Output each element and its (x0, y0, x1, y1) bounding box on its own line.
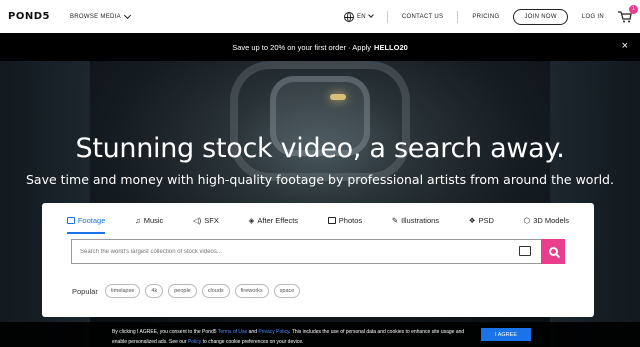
popular-chip-clouds[interactable]: clouds (201, 284, 230, 298)
header-actions: EN CONTACT US PRICING JOIN NOW LOG IN 1 (343, 4, 638, 25)
cube-icon: ⬡ (523, 215, 531, 225)
tab-label: Photos (338, 215, 363, 225)
tab-illustrations[interactable]: ✎ Illustrations (392, 203, 439, 237)
search-button[interactable] (541, 239, 565, 264)
tab-label: After Effects (257, 215, 299, 225)
after-effects-icon: ◈ (248, 215, 255, 225)
media-tabs: Footage ♫ Music ◁) SFX ◈ After Effects P… (42, 203, 594, 237)
psd-icon: ❖ (468, 215, 476, 225)
divider (386, 10, 388, 23)
globe-icon (343, 11, 354, 22)
camera-icon (327, 216, 336, 224)
hero-subtitle: Save time and money with high-quality fo… (26, 172, 614, 187)
pond5-logo[interactable]: POND5 (8, 11, 50, 22)
popular-chip-timelapse[interactable]: timelapse (104, 284, 141, 298)
tab-label: SFX (204, 215, 219, 225)
tab-music[interactable]: ♫ Music (135, 203, 163, 237)
privacy-policy-link[interactable]: Privacy Policy (258, 329, 289, 335)
popular-label: Popular (72, 286, 98, 296)
promo-text: Save up to 20% on your first order · App… (232, 42, 372, 52)
cart-button[interactable]: 1 (618, 4, 638, 23)
contact-us-link[interactable]: CONTACT US (402, 14, 443, 20)
cookie-consent-bar: By clicking I AGREE, you consent to the … (0, 322, 640, 347)
chevron-down-icon (123, 11, 131, 19)
tab-3d-models[interactable]: ⬡ 3D Models (524, 203, 569, 237)
music-icon: ♫ (135, 215, 141, 225)
pricing-link[interactable]: PRICING (472, 14, 499, 20)
tab-label: Illustrations (401, 215, 440, 225)
language-label: EN (356, 13, 366, 20)
popular-chip-people[interactable]: people (168, 284, 197, 298)
terms-of-use-link[interactable]: Terms of Use (218, 329, 247, 335)
cookie-text: By clicking I AGREE, you consent to the … (112, 327, 472, 347)
policy-link[interactable]: Policy (188, 339, 201, 345)
hero-section: Stunning stock video, a search away. Sav… (0, 61, 640, 347)
language-selector[interactable]: EN (343, 11, 374, 22)
hero-background-light (330, 94, 346, 100)
illustrations-icon: ✎ (391, 215, 399, 225)
browse-media-label: BROWSE MEDIA (69, 13, 121, 20)
search-card: Footage ♫ Music ◁) SFX ◈ After Effects P… (42, 203, 594, 317)
join-now-button[interactable]: JOIN NOW (513, 8, 568, 25)
popular-chip-space[interactable]: space (273, 284, 301, 298)
tab-sfx[interactable]: ◁) SFX (193, 203, 219, 237)
promo-banner: Save up to 20% on your first order · App… (0, 33, 640, 61)
cookie-text-part: and (247, 329, 259, 335)
tab-label: PSD (478, 215, 494, 225)
cookie-text-part: By clicking I AGREE, you consent to the … (112, 329, 218, 335)
tab-footage[interactable]: Footage (66, 203, 106, 237)
tab-psd[interactable]: ❖ PSD (469, 203, 494, 237)
log-in-link[interactable]: LOG IN (582, 14, 604, 20)
chevron-down-icon (368, 12, 374, 18)
search-input[interactable] (71, 239, 541, 264)
popular-searches: Popular timelapse 4k people clouds firew… (72, 284, 301, 298)
browse-media-menu[interactable]: BROWSE MEDIA (69, 11, 131, 20)
cart-count-badge: 1 (629, 4, 638, 14)
search-bar (71, 239, 565, 264)
cookie-text-part: to change cookie preferences on your dev… (201, 339, 304, 345)
i-agree-button[interactable]: I AGREE (481, 328, 531, 341)
footage-icon (66, 216, 75, 224)
tab-label: Footage (77, 215, 106, 225)
tab-after-effects[interactable]: ◈ After Effects (249, 203, 299, 237)
divider (457, 10, 459, 23)
visual-search-icon[interactable] (519, 246, 531, 256)
close-icon[interactable]: × (622, 41, 628, 52)
hero-title: Stunning stock video, a search away. (75, 133, 565, 164)
popular-chip-fireworks[interactable]: fireworks (234, 284, 269, 298)
sfx-icon: ◁) (193, 215, 202, 225)
tab-photos[interactable]: Photos (327, 203, 363, 237)
tab-label: Music (143, 215, 164, 225)
promo-code: HELLO20 (374, 42, 408, 52)
site-header: POND5 BROWSE MEDIA EN CONTACT US PRICING… (0, 0, 640, 33)
popular-chip-4k[interactable]: 4k (145, 284, 164, 298)
tab-label: 3D Models (533, 215, 570, 225)
search-icon (548, 247, 558, 256)
